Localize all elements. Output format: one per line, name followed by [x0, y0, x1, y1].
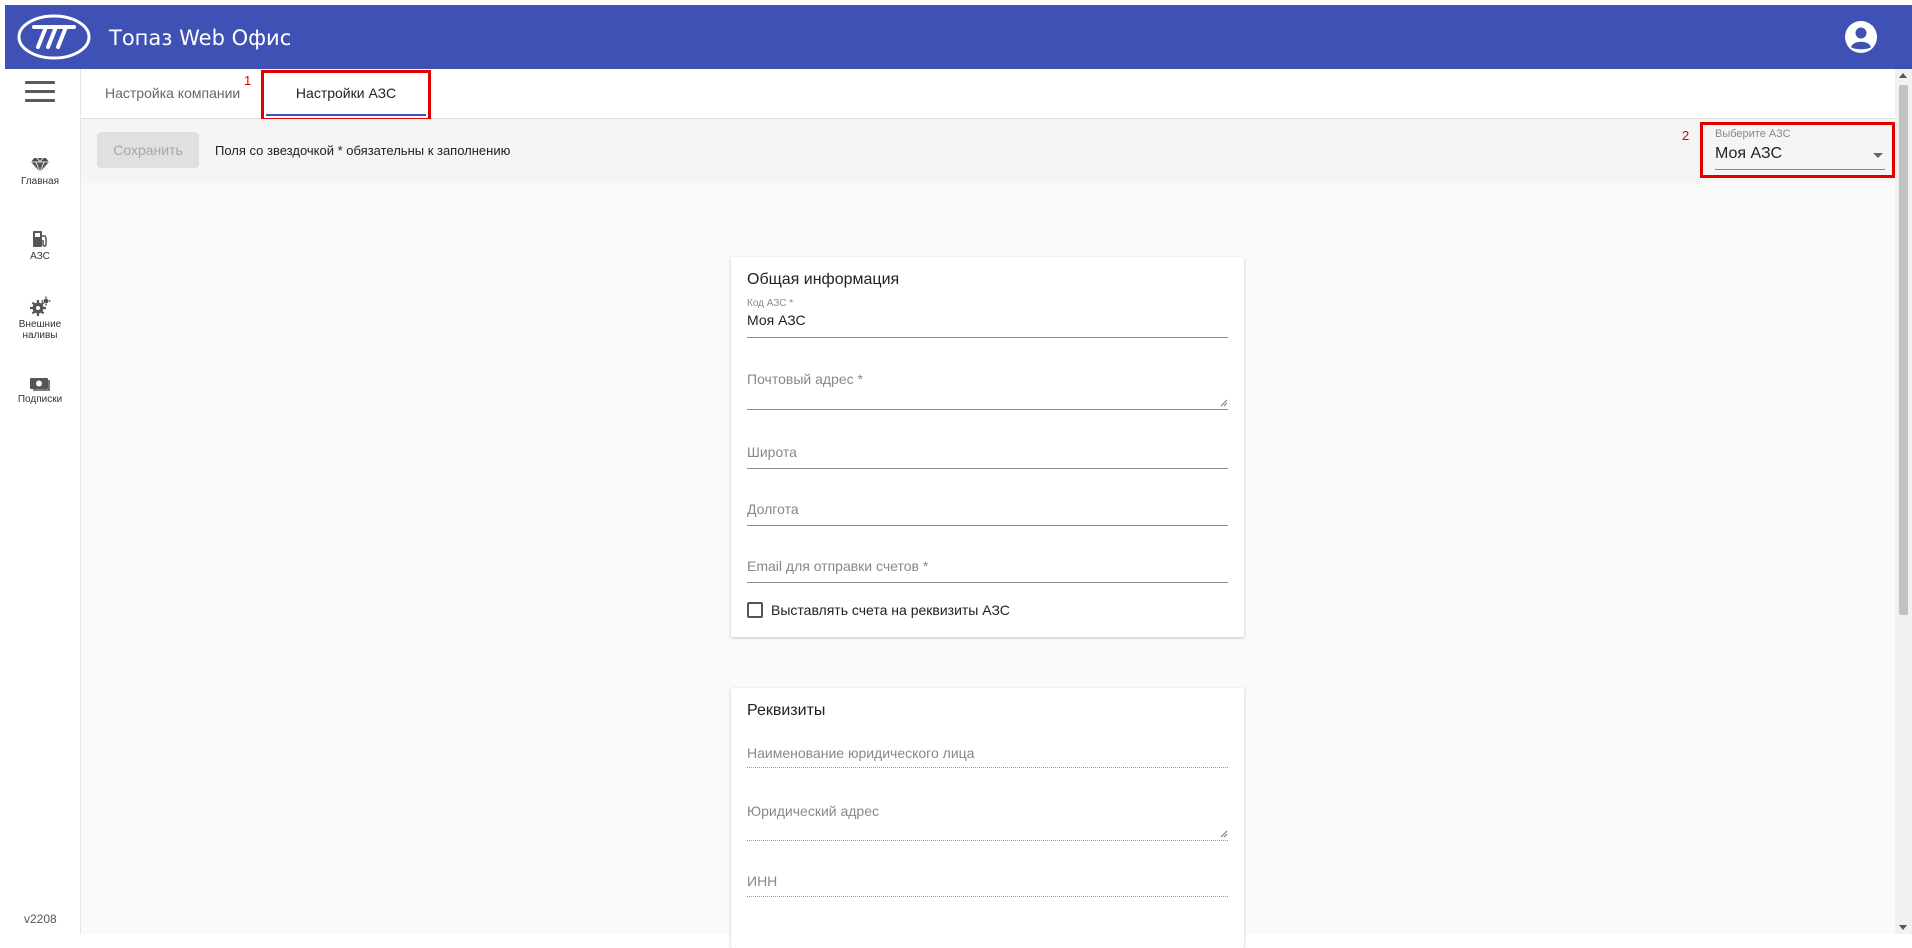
invoice-email-field[interactable]: Email для отправки счетов *	[747, 558, 1228, 588]
sidebar-item-label: Внешние наливы	[18, 319, 62, 341]
required-fields-note: Поля со звездочкой * обязательны к запол…	[215, 143, 511, 158]
sidebar-item-home[interactable]: Главная	[0, 157, 80, 187]
field-label: Код АЗС *	[747, 298, 794, 309]
field-underline	[747, 468, 1228, 469]
main-content: Общая информация Код АЗС * Моя АЗС Почто…	[81, 183, 1895, 948]
longitude-field[interactable]: Долгота	[747, 501, 1228, 531]
gears-icon	[30, 296, 51, 316]
field-underline	[747, 409, 1228, 410]
vertical-scrollbar[interactable]	[1895, 69, 1912, 934]
field-underline	[747, 337, 1228, 338]
sidebar-item-label: Подписки	[17, 394, 63, 405]
legal-address-field[interactable]: Юридический адрес	[747, 803, 1228, 843]
field-label: ИНН	[747, 873, 778, 889]
card-title: Общая информация	[747, 271, 900, 288]
field-label: Email для отправки счетов *	[747, 558, 929, 574]
diamond-icon	[31, 157, 49, 173]
field-label: Наименование юридического лица	[747, 745, 975, 761]
sidebar-item-subscriptions[interactable]: Подписки	[0, 375, 80, 405]
field-underline	[747, 896, 1228, 897]
sidebar-item-label: Главная	[20, 176, 60, 187]
invoice-requisites-checkbox[interactable]: Выставлять счета на реквизиты АЗС	[747, 602, 1010, 618]
annotation-box-1	[261, 70, 431, 121]
latitude-field[interactable]: Широта	[747, 444, 1228, 474]
account-circle-icon[interactable]	[1844, 20, 1878, 54]
save-button[interactable]: Сохранить	[97, 132, 199, 168]
field-value: Моя АЗС	[747, 312, 806, 328]
annotation-number-2: 2	[1682, 128, 1690, 143]
tab-company-settings[interactable]: Настройка компании	[105, 69, 240, 118]
field-label: Долгота	[747, 501, 799, 517]
annotation-box-2	[1700, 122, 1895, 178]
toolbar: Сохранить Поля со звездочкой * обязатель…	[81, 119, 1895, 183]
scroll-down-arrow-icon[interactable]	[1899, 925, 1907, 930]
app-header: Топаз Web Офис	[5, 5, 1912, 69]
checkbox-box[interactable]	[747, 602, 763, 618]
sidebar-item-external-fills[interactable]: Внешние наливы	[0, 296, 80, 341]
app-title: Топаз Web Офис	[109, 26, 292, 50]
app-version: v2208	[24, 912, 57, 926]
azs-code-field[interactable]: Код АЗС * Моя АЗС	[747, 298, 1228, 338]
field-label: Широта	[747, 444, 797, 460]
hamburger-menu-icon[interactable]	[25, 81, 55, 105]
camera-money-icon	[30, 378, 50, 391]
fuel-pump-icon	[33, 231, 47, 247]
field-underline	[747, 525, 1228, 526]
annotation-number-1: 1	[244, 73, 252, 88]
postal-address-field[interactable]: Почтовый адрес *	[747, 371, 1228, 411]
sidebar-item-azs[interactable]: АЗС	[0, 230, 80, 262]
inn-field[interactable]: ИНН	[747, 873, 1228, 903]
scroll-up-arrow-icon[interactable]	[1899, 73, 1907, 78]
resize-handle-icon[interactable]	[1220, 399, 1228, 407]
scrollbar-thumb[interactable]	[1899, 85, 1908, 615]
legal-name-field[interactable]: Наименование юридического лица	[747, 745, 1228, 775]
field-label: Почтовый адрес *	[747, 371, 863, 387]
sidebar: Главная АЗС Внешние наливы Подписки v220…	[0, 69, 81, 934]
field-underline	[747, 582, 1228, 583]
general-info-card: Общая информация Код АЗС * Моя АЗС Почто…	[731, 257, 1244, 637]
sidebar-item-label: АЗС	[30, 251, 50, 262]
field-underline	[747, 840, 1228, 841]
field-label: Юридический адрес	[747, 803, 880, 819]
topaz-logo-icon[interactable]	[16, 13, 92, 61]
checkbox-label: Выставлять счета на реквизиты АЗС	[771, 602, 1010, 618]
resize-handle-icon[interactable]	[1220, 830, 1228, 838]
requisites-card: Реквизиты Наименование юридического лица…	[731, 688, 1244, 948]
field-underline	[747, 767, 1228, 768]
card-title: Реквизиты	[747, 702, 826, 719]
